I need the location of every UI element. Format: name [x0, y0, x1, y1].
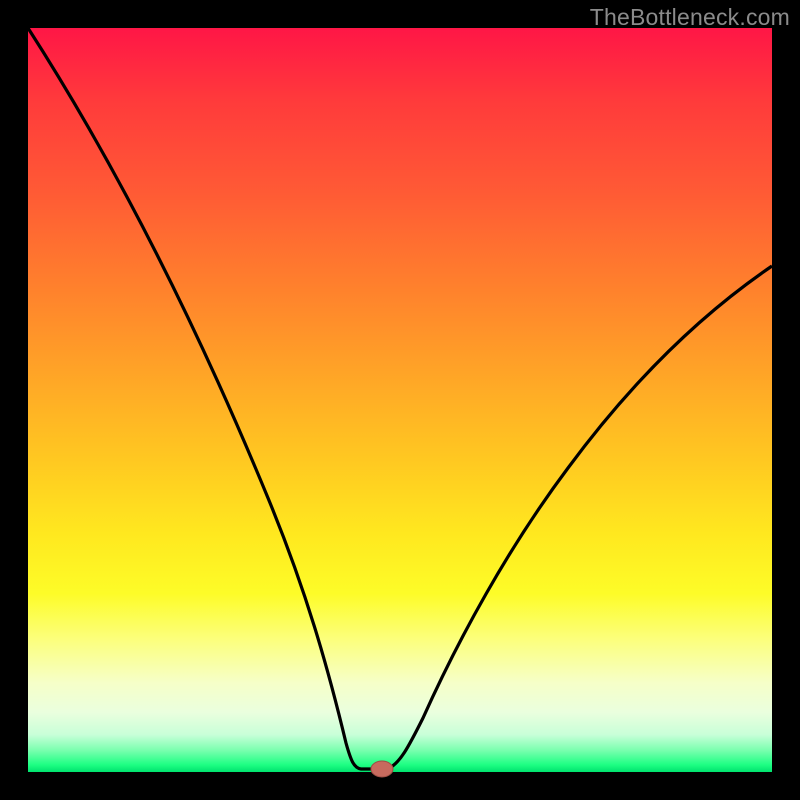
watermark-text: TheBottleneck.com [590, 4, 790, 31]
bottleneck-curve [28, 28, 772, 772]
curve-right-branch [388, 266, 772, 769]
chart-frame: TheBottleneck.com [0, 0, 800, 800]
plot-area [28, 28, 772, 772]
minimum-marker [371, 761, 393, 777]
curve-left-branch [28, 28, 388, 769]
